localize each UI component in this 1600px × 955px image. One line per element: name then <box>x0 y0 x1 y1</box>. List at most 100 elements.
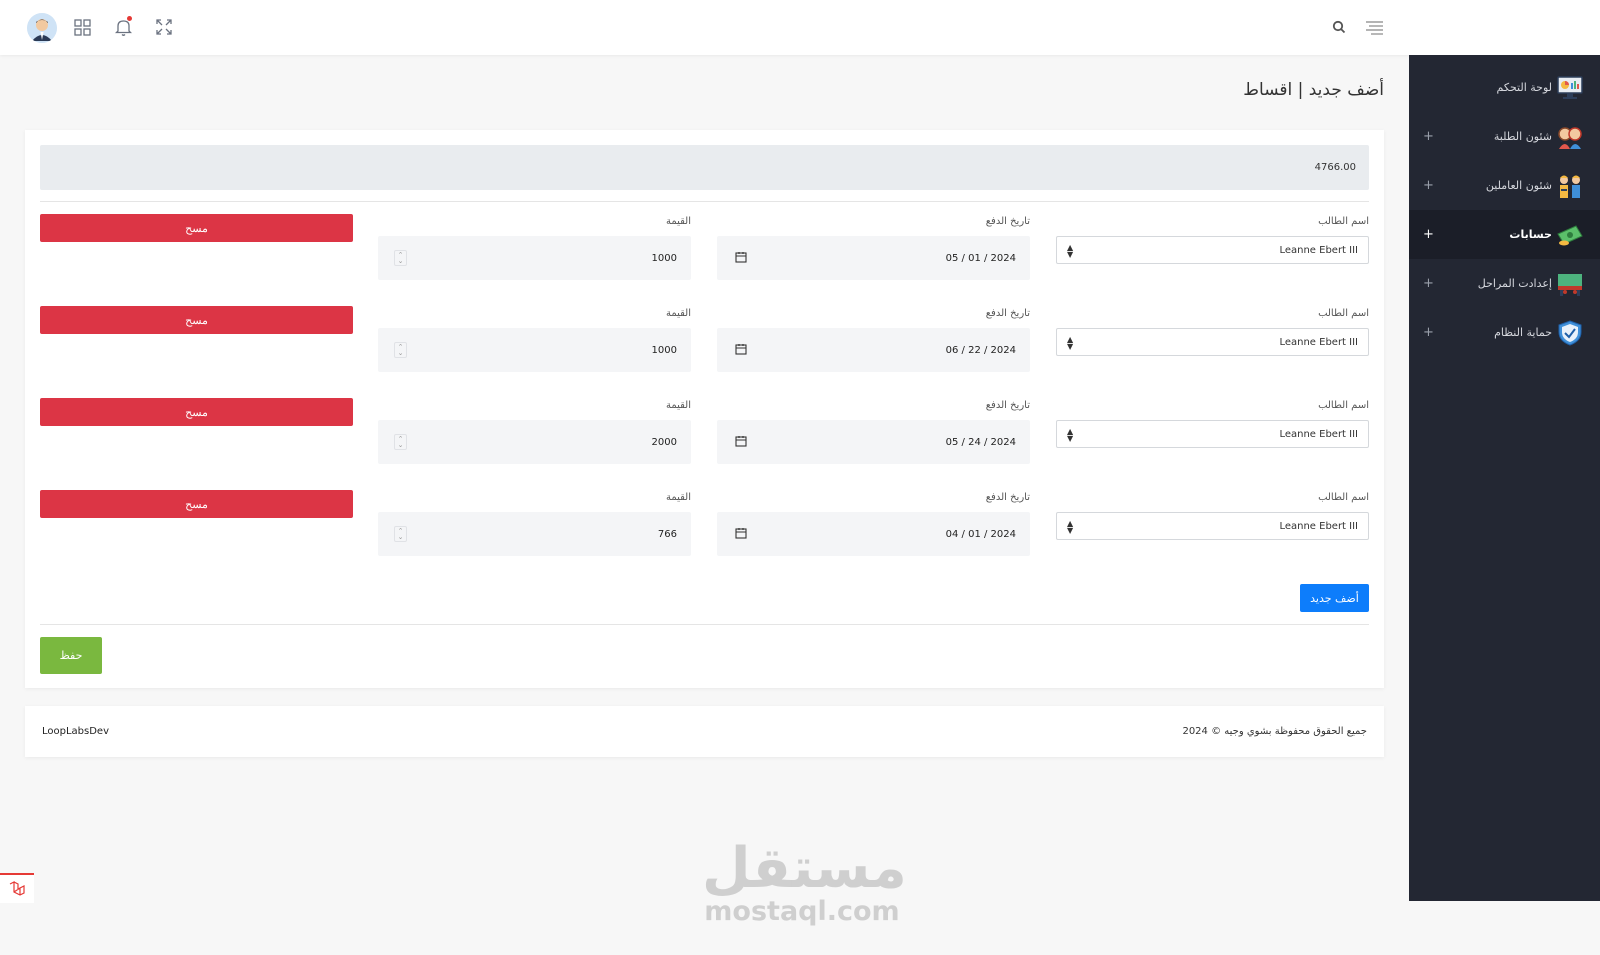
number-spinner-icon[interactable]: ⌃ ⌄ <box>394 526 407 542</box>
sidebar-item-workers[interactable]: + شئون العاملين <box>1409 161 1600 210</box>
payment-date-value: 06 / 22 / 2024 <box>945 344 1016 356</box>
footer-copyright: جميع الحقوق محفوظة بشوي وجيه © 2024 <box>1182 726 1367 737</box>
students-icon <box>1556 124 1584 150</box>
number-spinner-icon[interactable]: ⌃ ⌄ <box>394 250 407 266</box>
amount-value: 2000 <box>651 436 677 448</box>
student-select-value: Leanne Ebert III <box>1279 428 1358 440</box>
student-select[interactable]: ▲ ▼ Leanne Ebert III <box>1056 512 1369 540</box>
payment-date-value: 05 / 24 / 2024 <box>945 436 1016 448</box>
installment-row: اسم الطالب ▲ ▼ Leanne Ebert III تاريخ الد… <box>40 306 1369 386</box>
amount-value: 1000 <box>651 344 677 356</box>
watermark: مستقل mostaql.com <box>702 836 907 927</box>
hamburger-icon[interactable] <box>1361 14 1387 40</box>
amount-value: 766 <box>657 528 677 540</box>
amount-label: القيمة <box>665 216 691 227</box>
payment-date-value: 04 / 01 / 2024 <box>945 528 1016 540</box>
amount-label: القيمة <box>665 400 691 411</box>
expand-plus-icon[interactable]: + <box>1423 129 1434 144</box>
watermark-arabic: مستقل <box>702 836 907 901</box>
date-label: تاريخ الدفع <box>985 492 1030 503</box>
bell-icon[interactable] <box>110 14 136 40</box>
shield-icon <box>1556 320 1584 346</box>
date-label: تاريخ الدفع <box>985 308 1030 319</box>
watermark-latin: mostaql.com <box>704 896 900 927</box>
date-label: تاريخ الدفع <box>985 216 1030 227</box>
sidebar-item-label: لوحة التحكم <box>1496 81 1552 94</box>
delete-row-button[interactable]: مسح <box>40 490 353 518</box>
amount-input[interactable]: ⌃ ⌄ 1000 <box>378 328 691 372</box>
sidebar-item-dashboard[interactable]: لوحة التحكم <box>1409 63 1600 112</box>
number-spinner-icon[interactable]: ⌃ ⌄ <box>394 434 407 450</box>
student-select[interactable]: ▲ ▼ Leanne Ebert III <box>1056 328 1369 356</box>
payment-date-value: 05 / 01 / 2024 <box>945 252 1016 264</box>
student-select-value: Leanne Ebert III <box>1279 244 1358 256</box>
payment-date-input[interactable]: 06 / 22 / 2024 <box>717 328 1030 372</box>
calendar-icon[interactable] <box>735 527 747 539</box>
sidebar-item-label: إعدادت المراحل <box>1477 277 1552 290</box>
expand-plus-icon[interactable]: + <box>1423 325 1434 340</box>
amount-input[interactable]: ⌃ ⌄ 2000 <box>378 420 691 464</box>
calendar-icon[interactable] <box>735 343 747 355</box>
sidebar-item-stages[interactable]: + إعدادت المراحل <box>1409 259 1600 308</box>
amount-label: القيمة <box>665 492 691 503</box>
expand-plus-icon[interactable]: + <box>1423 178 1434 193</box>
payment-date-input[interactable]: 04 / 01 / 2024 <box>717 512 1030 556</box>
installments-form-card: 4766.00 اسم الطالب ▲ ▼ Leanne Ebert III ت… <box>25 130 1384 688</box>
student-select[interactable]: ▲ ▼ Leanne Ebert III <box>1056 420 1369 448</box>
delete-row-button[interactable]: مسح <box>40 214 353 242</box>
notification-dot <box>127 16 132 21</box>
stages-icon <box>1556 271 1584 297</box>
sidebar-item-label: حسابات <box>1509 228 1552 241</box>
amount-label: القيمة <box>665 308 691 319</box>
sort-arrows-icon: ▲ ▼ <box>1067 427 1074 443</box>
sidebar-item-security[interactable]: + حماية النظام <box>1409 308 1600 357</box>
user-avatar[interactable] <box>27 13 57 43</box>
top-bar <box>0 0 1600 55</box>
sidebar: لوحة التحكم + شئون الطلبة + شئون العاملي… <box>1409 55 1600 901</box>
calendar-icon[interactable] <box>735 251 747 263</box>
delete-row-button[interactable]: مسح <box>40 398 353 426</box>
date-label: تاريخ الدفع <box>985 400 1030 411</box>
expand-icon[interactable] <box>151 14 177 40</box>
installment-row: اسم الطالب ▲ ▼ Leanne Ebert III تاريخ الد… <box>40 490 1369 570</box>
student-label: اسم الطالب <box>1318 216 1369 227</box>
payment-date-input[interactable]: 05 / 01 / 2024 <box>717 236 1030 280</box>
add-new-button[interactable]: أضف جديد <box>1300 584 1369 612</box>
search-icon[interactable] <box>1326 14 1352 40</box>
installment-row: اسم الطالب ▲ ▼ Leanne Ebert III تاريخ الد… <box>40 398 1369 478</box>
sidebar-item-label: شئون الطلبة <box>1493 130 1552 143</box>
payment-date-input[interactable]: 05 / 24 / 2024 <box>717 420 1030 464</box>
calendar-icon[interactable] <box>735 435 747 447</box>
amount-input[interactable]: ⌃ ⌄ 1000 <box>378 236 691 280</box>
expand-plus-icon[interactable]: + <box>1423 276 1434 291</box>
divider <box>40 201 1369 202</box>
money-icon <box>1556 222 1584 248</box>
dashboard-icon <box>1556 75 1584 101</box>
student-select-value: Leanne Ebert III <box>1279 336 1358 348</box>
installment-row: اسم الطالب ▲ ▼ Leanne Ebert III تاريخ الد… <box>40 214 1369 294</box>
footer-brand: LoopLabsDev <box>42 726 110 737</box>
page-title: أضف جديد | اقساط <box>1243 80 1384 100</box>
amount-value: 1000 <box>651 252 677 264</box>
delete-row-button[interactable]: مسح <box>40 306 353 334</box>
amount-input[interactable]: ⌃ ⌄ 766 <box>378 512 691 556</box>
sidebar-item-accounts[interactable]: + حسابات <box>1409 210 1600 259</box>
number-spinner-icon[interactable]: ⌃ ⌄ <box>394 342 407 358</box>
expand-plus-icon[interactable]: + <box>1423 227 1434 242</box>
student-label: اسم الطالب <box>1318 308 1369 319</box>
sort-arrows-icon: ▲ ▼ <box>1067 519 1074 535</box>
student-select[interactable]: ▲ ▼ Leanne Ebert III <box>1056 236 1369 264</box>
student-label: اسم الطالب <box>1318 400 1369 411</box>
footer: LoopLabsDev جميع الحقوق محفوظة بشوي وجيه… <box>25 706 1384 757</box>
grid-icon[interactable] <box>69 14 95 40</box>
sidebar-item-label: حماية النظام <box>1494 326 1552 339</box>
sidebar-item-students[interactable]: + شئون الطلبة <box>1409 112 1600 161</box>
save-button[interactable]: حفظ <box>40 637 102 674</box>
workers-icon <box>1556 173 1584 199</box>
divider <box>40 624 1369 625</box>
laravel-icon[interactable] <box>0 873 34 903</box>
sidebar-item-label: شئون العاملين <box>1485 179 1552 192</box>
total-amount: 4766.00 <box>40 145 1369 190</box>
sort-arrows-icon: ▲ ▼ <box>1067 243 1074 259</box>
sort-arrows-icon: ▲ ▼ <box>1067 335 1074 351</box>
